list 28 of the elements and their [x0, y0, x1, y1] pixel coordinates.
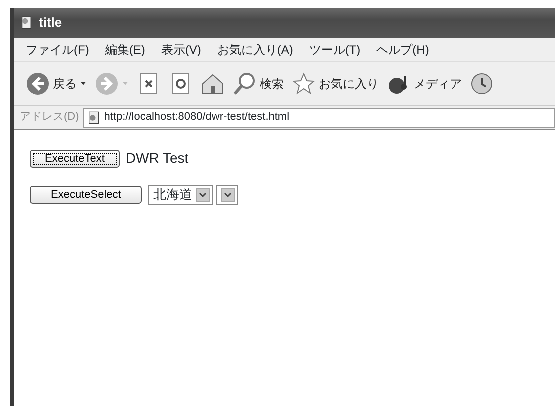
search-icon: [233, 72, 257, 96]
star-button[interactable]: お気に入り: [292, 72, 379, 96]
address-label: アドレス(D): [20, 110, 80, 126]
search-button[interactable]: 検索: [233, 72, 284, 96]
menu-item[interactable]: ヘルプ(H): [376, 40, 430, 58]
dropdown[interactable]: [216, 185, 238, 205]
address-field[interactable]: http://localhost:8080/dwr-test/test.html: [83, 108, 555, 128]
menu-item[interactable]: ツール(T): [309, 40, 361, 58]
menu-item[interactable]: 編集(E): [105, 40, 146, 58]
history-button[interactable]: [470, 72, 494, 96]
home-button[interactable]: [201, 72, 225, 96]
window-title: title: [39, 14, 62, 32]
execute-text-button[interactable]: ExecuteText: [30, 150, 120, 168]
menu-item[interactable]: 表示(V): [161, 40, 202, 58]
execute-select-button[interactable]: ExecuteSelect: [30, 186, 142, 204]
caret-icon: [80, 80, 87, 87]
dropdown[interactable]: 北海道: [148, 185, 214, 205]
output-text: DWR Test: [126, 149, 189, 168]
back-button[interactable]: 戻る: [26, 72, 87, 96]
page-icon: [87, 110, 102, 124]
media-button[interactable]: メディア: [387, 72, 462, 96]
star-icon: [292, 72, 316, 96]
menu-item[interactable]: お気に入り(A): [217, 40, 294, 58]
home-icon: [201, 72, 225, 96]
history-icon: [470, 72, 494, 96]
menu-item[interactable]: ファイル(F): [26, 40, 90, 58]
page-icon: [20, 16, 34, 30]
caret-icon: [122, 80, 129, 87]
